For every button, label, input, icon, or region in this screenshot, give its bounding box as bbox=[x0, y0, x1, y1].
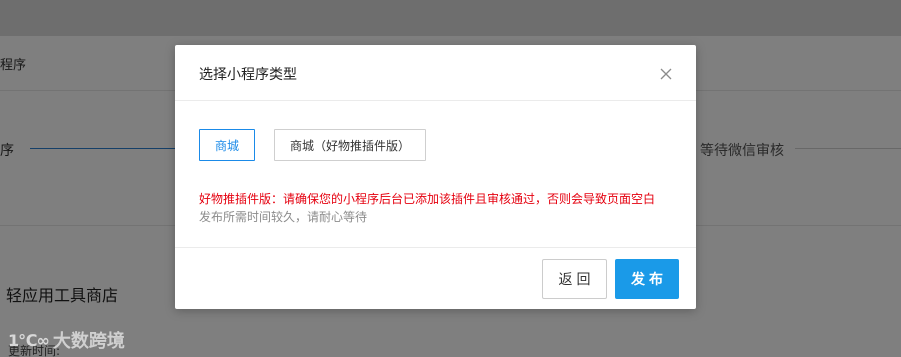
dialog-footer: 返回 发布 bbox=[175, 247, 696, 309]
type-option-mall-plugin[interactable]: 商城（好物推插件版） bbox=[274, 129, 426, 161]
publish-wait-text: 发布所需时间较久，请耐心等待 bbox=[199, 210, 368, 224]
select-program-type-dialog: 选择小程序类型 商城 商城（好物推插件版） 好物推插件版：请确保您的小程序后台已… bbox=[175, 45, 696, 309]
close-button[interactable] bbox=[655, 63, 677, 85]
close-icon bbox=[660, 68, 672, 80]
watermark: 1℃∞ 大数跨境 bbox=[8, 326, 125, 354]
publish-button[interactable]: 发布 bbox=[615, 259, 679, 299]
dialog-title: 选择小程序类型 bbox=[199, 67, 297, 83]
plugin-warning-text: 好物推插件版：请确保您的小程序后台已添加该插件且审核通过，否则会导致页面空白 bbox=[199, 192, 656, 206]
back-button[interactable]: 返回 bbox=[542, 259, 607, 299]
watermark-text: 大数跨境 bbox=[52, 331, 125, 352]
watermark-logo: 1℃∞ bbox=[8, 330, 50, 350]
type-option-mall[interactable]: 商城 bbox=[199, 129, 255, 161]
dialog-header: 选择小程序类型 bbox=[175, 45, 696, 101]
